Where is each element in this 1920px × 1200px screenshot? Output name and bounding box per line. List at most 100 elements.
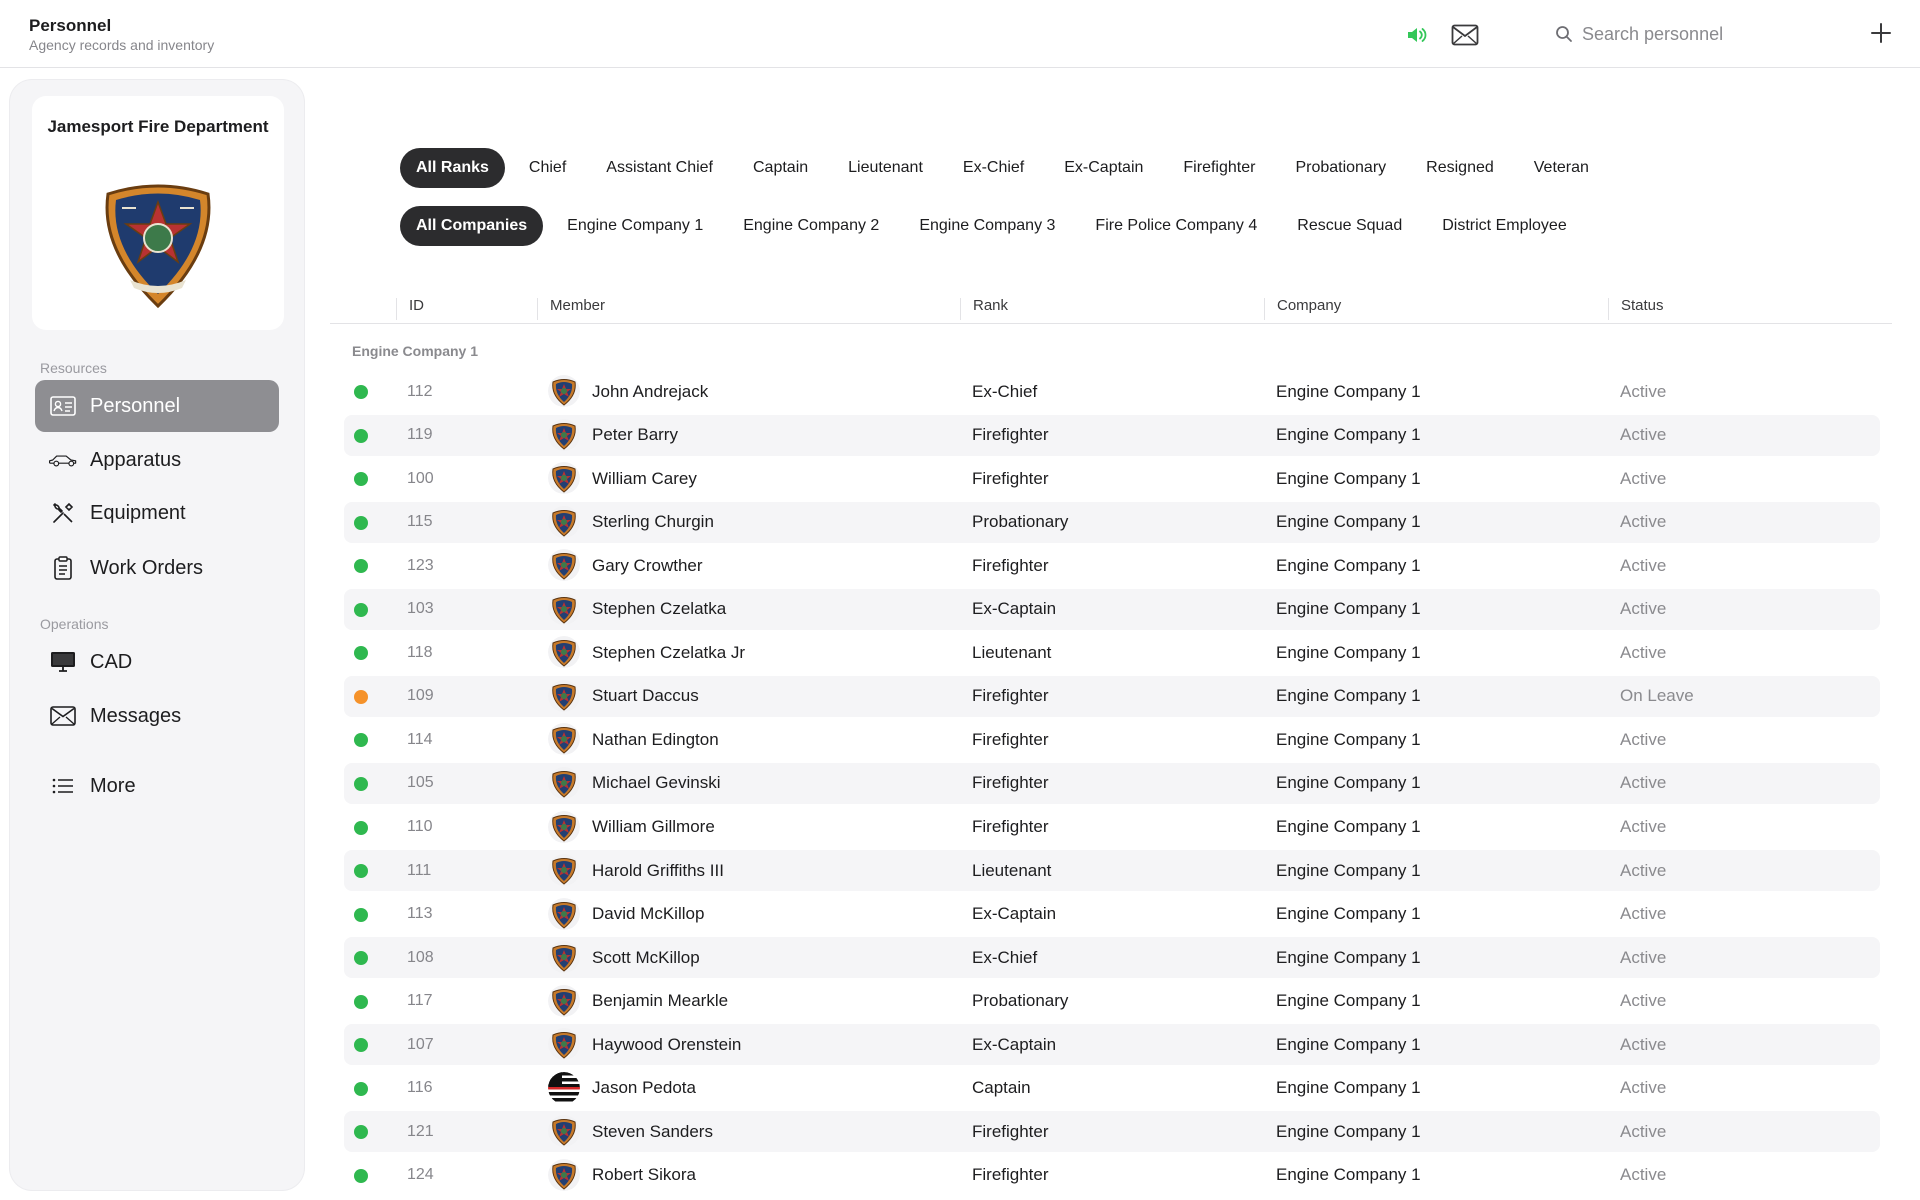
avatar-badge-icon bbox=[548, 854, 580, 887]
member-name: William Carey bbox=[592, 468, 697, 488]
rank-chip-captain[interactable]: Captain bbox=[737, 148, 824, 188]
member-company: Engine Company 1 bbox=[1276, 642, 1421, 662]
member-status: Active bbox=[1620, 860, 1667, 880]
member-company: Engine Company 1 bbox=[1276, 860, 1421, 880]
mail-icon[interactable] bbox=[1450, 20, 1480, 50]
sidebar-item-personnel[interactable]: Personnel bbox=[35, 380, 279, 432]
member-rank: Firefighter bbox=[972, 425, 1049, 445]
table-row[interactable]: 117 Benjamin Mearkle Probationary Engine Co… bbox=[344, 981, 1880, 1022]
member-name: Steven Sanders bbox=[592, 1121, 713, 1141]
table-row[interactable]: 115 Sterling Churgin Probationary Engine Co… bbox=[344, 501, 1880, 543]
member-status: Active bbox=[1620, 991, 1667, 1011]
status-dot bbox=[354, 1168, 368, 1183]
avatar-badge-icon bbox=[548, 462, 580, 495]
company-chip-engine-company-1[interactable]: Engine Company 1 bbox=[551, 206, 719, 246]
rank-filter-bar: All Ranks Chief Assistant Chief Captain Lieu… bbox=[400, 148, 1613, 188]
car-icon bbox=[48, 445, 78, 475]
sidebar-item-equipment[interactable]: Equipment bbox=[35, 487, 279, 539]
column-header-status[interactable]: Status bbox=[1608, 298, 1664, 320]
table-row[interactable]: 114 Nathan Edington Firefighter Engine Comp… bbox=[344, 719, 1880, 760]
table-row[interactable]: 100 William Carey Firefighter Engine Compan… bbox=[344, 458, 1880, 499]
table-row[interactable]: 113 David McKillop Ex-Captain Engine Compan… bbox=[344, 894, 1880, 935]
member-name: Nathan Edington bbox=[592, 729, 719, 749]
company-chip-all-companies[interactable]: All Companies bbox=[400, 206, 544, 246]
sidebar-item-cad[interactable]: CAD bbox=[35, 636, 279, 688]
status-dot bbox=[354, 733, 368, 748]
avatar-badge-icon bbox=[548, 810, 580, 843]
sidebar-item-label: Personnel bbox=[90, 394, 181, 417]
rank-chip-firefighter[interactable]: Firefighter bbox=[1167, 148, 1271, 188]
table-row[interactable]: 121 Steven Sanders Firefighter Engine Compa… bbox=[344, 1111, 1880, 1153]
sidebar-item-more[interactable]: More bbox=[35, 760, 279, 812]
rank-chip-all-ranks[interactable]: All Ranks bbox=[400, 148, 505, 188]
member-status: Active bbox=[1620, 642, 1667, 662]
member-status: Active bbox=[1620, 599, 1667, 619]
status-dot bbox=[354, 994, 368, 1009]
rank-chip-ex-chief[interactable]: Ex-Chief bbox=[947, 148, 1040, 188]
search-input[interactable] bbox=[1582, 23, 1842, 45]
table-row[interactable]: 103 Stephen Czelatka Ex-Captain Engine Comp… bbox=[344, 588, 1880, 630]
column-header-member[interactable]: Member bbox=[537, 298, 605, 320]
member-company: Engine Company 1 bbox=[1276, 686, 1421, 706]
table-row[interactable]: 123 Gary Crowther Firefighter Engine Compan… bbox=[344, 545, 1880, 586]
company-chip-engine-company-2[interactable]: Engine Company 2 bbox=[727, 206, 895, 246]
member-status: Active bbox=[1620, 817, 1667, 836]
member-rank: Firefighter bbox=[972, 468, 1049, 488]
sidebar-item-messages[interactable]: Messages bbox=[35, 690, 279, 742]
rank-chip-resigned[interactable]: Resigned bbox=[1410, 148, 1510, 188]
table-row[interactable]: 124 Robert Sikora Firefighter Engine Compan… bbox=[344, 1155, 1880, 1196]
table-row[interactable]: 112 John Andrejack Ex-Chief Engine Company … bbox=[344, 371, 1880, 412]
member-id: 116 bbox=[407, 1079, 433, 1097]
rank-chip-chief[interactable]: Chief bbox=[513, 148, 582, 188]
rank-chip-veteran[interactable]: Veteran bbox=[1518, 148, 1605, 188]
table-row[interactable]: 118 Stephen Czelatka Jr Lieutenant Engine C… bbox=[344, 632, 1880, 673]
member-rank: Firefighter bbox=[972, 817, 1049, 836]
member-rank: Firefighter bbox=[972, 1165, 1049, 1185]
id-card-icon bbox=[48, 391, 78, 421]
speaker-icon[interactable] bbox=[1402, 20, 1432, 50]
rank-chip-probationary[interactable]: Probationary bbox=[1279, 148, 1402, 188]
table-row[interactable]: 105 Michael Gevinski Firefighter Engine Com… bbox=[344, 762, 1880, 804]
company-chip-district-employee[interactable]: District Employee bbox=[1426, 206, 1582, 246]
table-row[interactable]: 111 Harold Griffiths III Lieutenant Engine … bbox=[344, 850, 1880, 892]
sidebar-item-label: More bbox=[90, 774, 136, 797]
section-label-operations: Operations bbox=[40, 616, 109, 632]
member-name: Gary Crowther bbox=[592, 555, 703, 575]
member-name: Harold Griffiths III bbox=[592, 860, 724, 880]
column-header-company[interactable]: Company bbox=[1264, 298, 1341, 320]
org-card: Jamesport Fire Department bbox=[32, 96, 284, 330]
monitor-icon bbox=[48, 647, 78, 677]
table-row[interactable]: 109 Stuart Daccus Firefighter Engine Compan… bbox=[344, 675, 1880, 717]
member-company: Engine Company 1 bbox=[1276, 468, 1421, 488]
company-chip-engine-company-3[interactable]: Engine Company 3 bbox=[903, 206, 1071, 246]
table-row[interactable]: 108 Scott McKillop Ex-Chief Engine Company … bbox=[344, 937, 1880, 979]
rank-chip-ex-captain[interactable]: Ex-Captain bbox=[1048, 148, 1159, 188]
member-id: 123 bbox=[407, 556, 434, 574]
sidebar-item-apparatus[interactable]: Apparatus bbox=[35, 434, 279, 486]
member-company: Engine Company 1 bbox=[1276, 904, 1421, 924]
sidebar-item-work-orders[interactable]: Work Orders bbox=[35, 542, 279, 594]
table-row[interactable]: 116 Jason Pedota Captain Engine Company 1 Ac… bbox=[344, 1068, 1880, 1109]
table-row[interactable]: 119 Peter Barry Firefighter Engine Company … bbox=[344, 414, 1880, 456]
member-name: Jason Pedota bbox=[592, 1078, 696, 1098]
rank-chip-assistant-chief[interactable]: Assistant Chief bbox=[590, 148, 729, 188]
avatar-badge-icon bbox=[548, 679, 580, 712]
member-status: Active bbox=[1620, 512, 1667, 532]
company-chip-rescue-squad[interactable]: Rescue Squad bbox=[1281, 206, 1418, 246]
rank-chip-lieutenant[interactable]: Lieutenant bbox=[832, 148, 939, 188]
table-row[interactable]: 110 William Gillmore Firefighter Engine Com… bbox=[344, 807, 1880, 848]
member-status: Active bbox=[1620, 468, 1667, 488]
avatar-badge-icon bbox=[548, 1115, 580, 1148]
avatar-badge-icon bbox=[548, 636, 580, 669]
avatar-badge-icon bbox=[548, 723, 580, 756]
table-row[interactable]: 107 Haywood Orenstein Ex-Captain Engine Com… bbox=[344, 1024, 1880, 1066]
company-chip-fire-police-company-4[interactable]: Fire Police Company 4 bbox=[1079, 206, 1273, 246]
member-company: Engine Company 1 bbox=[1276, 599, 1421, 619]
add-personnel-button[interactable] bbox=[1866, 20, 1896, 50]
member-status: On Leave bbox=[1620, 686, 1694, 706]
status-dot bbox=[354, 559, 368, 574]
column-header-id[interactable]: ID bbox=[396, 298, 424, 320]
avatar-badge-icon bbox=[548, 766, 580, 799]
fire-department-patch-logo bbox=[96, 180, 220, 310]
column-header-rank[interactable]: Rank bbox=[960, 298, 1008, 320]
